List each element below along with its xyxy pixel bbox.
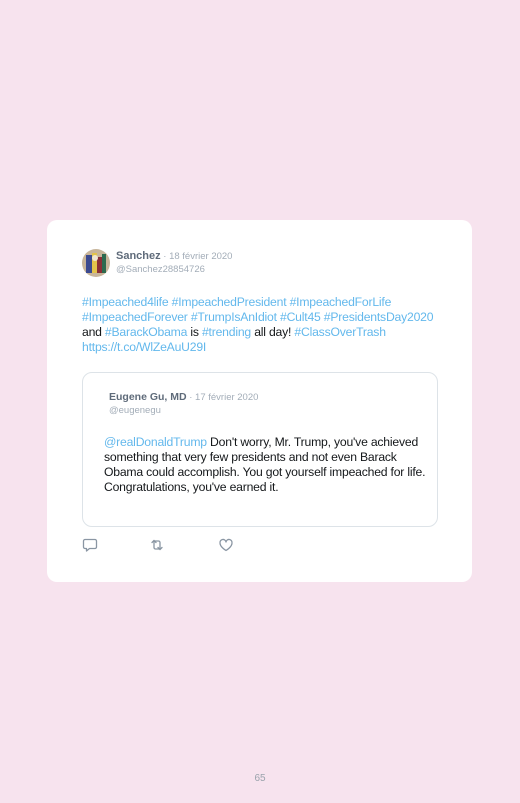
quoted-author-name[interactable]: Eugene Gu, MD (109, 391, 187, 403)
quoted-text: @realDonaldTrump Don't worry, Mr. Trump,… (104, 435, 426, 495)
quoted-handle[interactable]: @eugenegu (109, 405, 161, 416)
page-number: 65 (254, 773, 266, 784)
author-name-text[interactable]: Sanchez (116, 250, 161, 262)
tweet-text-segment: and (82, 325, 105, 339)
author-name[interactable]: Sanchez · 18 février 2020 (116, 250, 232, 262)
tweet-actions (82, 537, 282, 555)
like-icon[interactable] (218, 537, 234, 553)
retweet-icon[interactable] (149, 537, 165, 553)
tweet-link[interactable]: #BarackObama (105, 325, 187, 339)
tweet-text-segment: is (187, 325, 202, 339)
tweet-date[interactable]: · 18 février 2020 (161, 251, 232, 262)
tweet-text: #Impeached4life #ImpeachedPresident #Imp… (82, 295, 438, 355)
author-handle[interactable]: @Sanchez28854726 (116, 264, 205, 275)
quoted-author[interactable]: Eugene Gu, MD · 17 février 2020 (109, 391, 258, 403)
tweet-link[interactable]: #trending (202, 325, 251, 339)
quoted-tweet[interactable]: Eugene Gu, MD · 17 février 2020 @eugeneg… (82, 372, 438, 527)
quoted-date[interactable]: · 17 février 2020 (187, 392, 258, 403)
tweet-card: Sanchez · 18 février 2020 @Sanchez288547… (47, 220, 472, 582)
mention-link[interactable]: @realDonaldTrump (104, 435, 207, 449)
tweet-text-segment: all day! (251, 325, 295, 339)
reply-icon[interactable] (82, 537, 98, 553)
tweet-link[interactable]: #Impeached4life #ImpeachedPresident #Imp… (82, 295, 434, 324)
avatar[interactable] (82, 249, 110, 277)
